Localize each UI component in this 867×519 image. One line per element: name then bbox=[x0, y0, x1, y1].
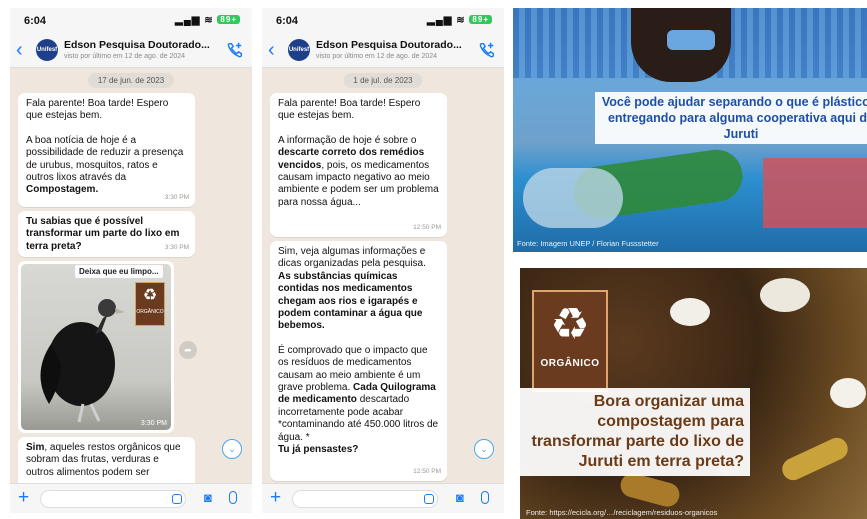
message-time: 12:50 PM bbox=[413, 223, 441, 231]
forward-icon[interactable]: ➦ bbox=[179, 341, 197, 359]
status-bar: 6:04 ▂▄▆ ≋ 89+ bbox=[262, 8, 504, 34]
message-text: A informação de hoje é sobre o descarte … bbox=[278, 134, 439, 208]
image-message[interactable]: Deixa que eu limpo... ♻ ORGÂNICO 3:30 PM bbox=[18, 261, 174, 433]
plus-icon[interactable]: + bbox=[270, 487, 281, 509]
last-seen: visto por último em 12 de ago. de 2024 bbox=[316, 53, 438, 60]
battery-icon: 89+ bbox=[469, 15, 492, 24]
message-list[interactable]: 1 de jul. de 2023 Fala parente! Boa tard… bbox=[262, 69, 504, 483]
message-time: 3:30 PM bbox=[164, 193, 189, 201]
scroll-down-button[interactable]: ⌄ bbox=[222, 439, 242, 459]
message-text: Sim, aqueles restos orgânicos que sobram… bbox=[26, 442, 181, 478]
date-separator: 1 de jul. de 2023 bbox=[343, 73, 423, 88]
recycle-icon: ♻ bbox=[142, 287, 158, 304]
message-text: A boa notícia de hoje é a possibilidade … bbox=[26, 134, 184, 196]
image-caption: Deixa que eu limpo... bbox=[75, 265, 163, 278]
message-text: Fala parente! Boa tarde! Espero que este… bbox=[278, 98, 421, 122]
image-credit: Fonte: Imagem UNEP / Florian Fussstetter bbox=[517, 239, 659, 248]
last-seen: visto por último em 12 de ago. de 2024 bbox=[64, 53, 186, 60]
organic-badge: ♻ ORGÂNICO bbox=[532, 290, 608, 392]
chevron-down-icon: ⌄ bbox=[228, 444, 236, 454]
compost-poster: ♻ ORGÂNICO Bora organizar uma compostage… bbox=[520, 268, 867, 519]
message-text: É comprovado que o impacto que os resídu… bbox=[278, 344, 439, 456]
message-text: Fala parente! Boa tarde! Espero que este… bbox=[26, 98, 169, 122]
contact-name[interactable]: Edson Pesquisa Doutorado... bbox=[64, 39, 210, 51]
banana-peel bbox=[617, 470, 683, 510]
organic-badge: ♻ ORGÂNICO bbox=[135, 282, 165, 326]
chevron-down-icon: ⌄ bbox=[480, 444, 488, 454]
poster-headline: Você pode ajudar separando o que é plást… bbox=[595, 92, 867, 144]
plastic-recycling-poster: Você pode ajudar separando o que é plást… bbox=[513, 8, 867, 252]
scroll-down-button[interactable]: ⌄ bbox=[474, 439, 494, 459]
sticker-icon[interactable] bbox=[424, 494, 434, 504]
recycle-icon: ♻ bbox=[550, 300, 590, 349]
chat-screen-2: 6:04 ▂▄▆ ≋ 89+ ‹ Unifesf Edson Pesquisa … bbox=[262, 8, 504, 513]
avatar[interactable]: Unifesf bbox=[288, 39, 310, 61]
input-bar: + ◙ bbox=[10, 483, 252, 513]
chat-screen-1: 6:04 ▂▄▆ ≋ 89+ ‹ Unifesf Edson Pesquisa … bbox=[10, 8, 252, 513]
signal-wifi-battery-icons: ▂▄▆ ≋ 89+ bbox=[175, 15, 240, 26]
eggshell bbox=[670, 298, 710, 326]
message-time: 3:30 PM bbox=[140, 420, 167, 427]
eggshell bbox=[830, 378, 866, 408]
message-input[interactable] bbox=[292, 490, 438, 508]
input-bar: + ◙ bbox=[262, 483, 504, 513]
message-text: Tu sabias que é possível transformar um … bbox=[26, 216, 180, 252]
message-bubble[interactable]: Sim, veja algumas informações e dicas or… bbox=[270, 241, 447, 481]
back-icon[interactable]: ‹ bbox=[268, 39, 275, 62]
message-text: Sim, veja algumas informações e dicas or… bbox=[278, 246, 426, 332]
organic-label: ORGÂNICO bbox=[540, 358, 600, 369]
vulture-photo[interactable]: Deixa que eu limpo... ♻ ORGÂNICO 3:30 PM bbox=[21, 264, 171, 430]
eggshell bbox=[760, 278, 810, 312]
status-time: 6:04 bbox=[24, 15, 47, 27]
camera-icon[interactable]: ◙ bbox=[204, 490, 212, 505]
chat-header[interactable]: ‹ Unifesf Edson Pesquisa Doutorado... vi… bbox=[10, 34, 252, 68]
back-icon[interactable]: ‹ bbox=[16, 39, 23, 62]
red-crate bbox=[763, 158, 867, 228]
status-time: 6:04 bbox=[276, 15, 299, 27]
contact-name[interactable]: Edson Pesquisa Doutorado... bbox=[316, 39, 462, 51]
plus-icon[interactable]: + bbox=[18, 487, 29, 509]
banana-peel bbox=[778, 434, 852, 484]
add-call-icon[interactable] bbox=[478, 41, 496, 59]
message-bubble[interactable]: Sim, aqueles restos orgânicos que sobram… bbox=[18, 437, 195, 483]
battery-icon: 89+ bbox=[217, 15, 240, 24]
message-bubble[interactable]: Tu sabias que é possível transformar um … bbox=[18, 211, 195, 257]
date-separator: 17 de jun. de 2023 bbox=[87, 73, 175, 88]
chat-header[interactable]: ‹ Unifesf Edson Pesquisa Doutorado... vi… bbox=[262, 34, 504, 68]
signal-wifi-battery-icons: ▂▄▆ ≋ 89+ bbox=[427, 15, 492, 26]
message-time: 12:50 PM bbox=[413, 467, 441, 475]
mic-icon[interactable] bbox=[229, 491, 237, 504]
camera-icon[interactable]: ◙ bbox=[456, 490, 464, 505]
poster-headline: Bora organizar uma compostagem para tran… bbox=[520, 388, 750, 476]
add-call-icon[interactable] bbox=[226, 41, 244, 59]
avatar[interactable]: Unifesf bbox=[36, 39, 58, 61]
mic-icon[interactable] bbox=[481, 491, 489, 504]
clear-bottle bbox=[523, 168, 623, 228]
status-bar: 6:04 ▂▄▆ ≋ 89+ bbox=[10, 8, 252, 34]
message-input[interactable] bbox=[40, 490, 186, 508]
message-bubble[interactable]: Fala parente! Boa tarde! Espero que este… bbox=[270, 93, 447, 237]
message-bubble[interactable]: Fala parente! Boa tarde! Espero que este… bbox=[18, 93, 195, 207]
message-time: 3:30 PM bbox=[164, 243, 189, 251]
sticker-icon[interactable] bbox=[172, 494, 182, 504]
image-credit: Fonte: https://ecicla.org/…/reciclagem/r… bbox=[526, 508, 718, 517]
face-mask bbox=[667, 30, 715, 50]
message-list[interactable]: 17 de jun. de 2023 Fala parente! Boa tar… bbox=[10, 69, 252, 483]
